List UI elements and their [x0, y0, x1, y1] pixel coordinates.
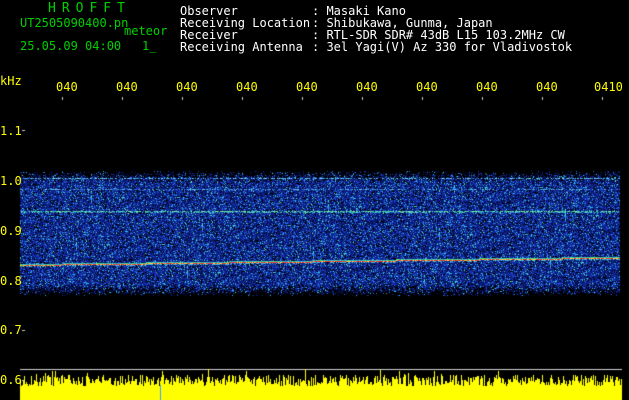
datetime: 25.05.09 04:00 [20, 39, 122, 53]
time-tick-8: 040 [476, 80, 498, 94]
freq-tick-0-6: 0.6 [0, 373, 22, 387]
freq-tick-0-9: 0.9 [0, 224, 22, 238]
freq-unit: kHz [0, 74, 22, 88]
freq-tick-1-1: 1.1 [0, 124, 22, 138]
meteor-label: meteor [124, 24, 168, 38]
freq-tick-0-8: 0.8 [0, 274, 22, 288]
field-value-antenna: : 3el Yagi(V) Az 330 for Vladivostok [312, 40, 573, 54]
time-tick-4: 040 [236, 80, 258, 94]
time-tick-10: 0410 [594, 80, 623, 94]
filename: UT2505090400.pn [20, 16, 129, 30]
time-tick-2: 040 [116, 80, 138, 94]
spectrogram [0, 0, 629, 400]
field-label-antenna: Receiving Antenna [180, 40, 303, 54]
time-tick-9: 040 [536, 80, 558, 94]
freq-tick-1-0: 1.0 [0, 174, 22, 188]
meteor-count: 1_ [142, 39, 157, 53]
time-tick-5: 040 [296, 80, 318, 94]
app-title: HROFFT [48, 1, 131, 16]
freq-tick-0-7: 0.7 [0, 323, 22, 337]
time-tick-7: 040 [416, 80, 438, 94]
time-tick-1: 040 [56, 80, 78, 94]
time-tick-6: 040 [356, 80, 378, 94]
time-tick-3: 040 [176, 80, 198, 94]
